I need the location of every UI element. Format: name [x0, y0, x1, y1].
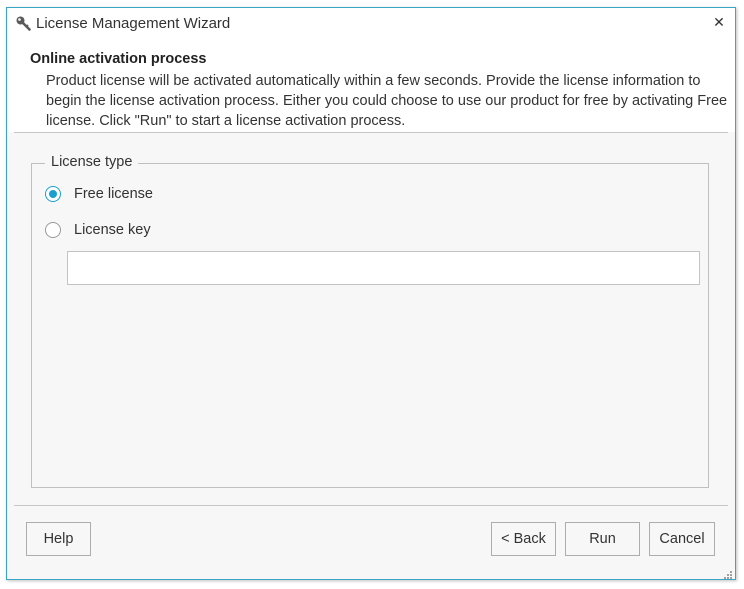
footer-divider: [14, 505, 728, 506]
back-button[interactable]: < Back: [491, 522, 556, 556]
free-license-option[interactable]: Free license: [45, 184, 153, 204]
license-type-group: License type Free license License key: [31, 154, 709, 488]
license-key-radio[interactable]: [45, 222, 61, 238]
license-key-label[interactable]: License key: [74, 222, 151, 238]
key-icon: [15, 15, 31, 31]
help-button[interactable]: Help: [26, 522, 91, 556]
page-description: Product license will be activated automa…: [46, 73, 728, 129]
cancel-button[interactable]: Cancel: [649, 522, 715, 556]
license-type-legend: License type: [45, 154, 139, 170]
free-license-radio[interactable]: [45, 186, 61, 202]
run-button[interactable]: Run: [565, 522, 640, 556]
window-title: License Management Wizard: [36, 15, 231, 32]
wizard-header: Online activation process Product licens…: [7, 38, 735, 132]
license-wizard-window: License Management Wizard ✕ Online activ…: [6, 7, 736, 580]
header-divider: [14, 132, 728, 133]
page-title: Online activation process: [30, 51, 207, 67]
free-license-label[interactable]: Free license: [74, 186, 153, 202]
title-bar[interactable]: License Management Wizard ✕: [7, 8, 735, 38]
license-key-option[interactable]: License key: [45, 220, 151, 240]
license-key-input[interactable]: [67, 251, 700, 285]
close-button[interactable]: ✕: [709, 12, 729, 32]
resize-grip-icon[interactable]: [723, 567, 733, 579]
